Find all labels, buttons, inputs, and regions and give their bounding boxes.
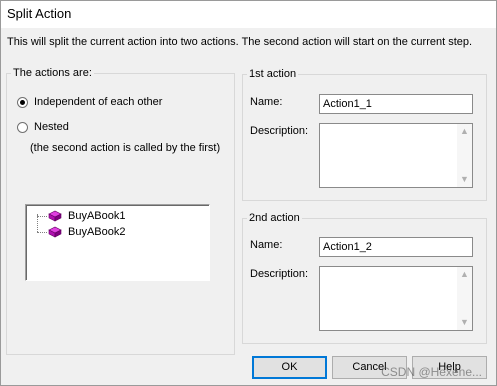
actions-group-legend: The actions are:	[13, 67, 92, 79]
first-action-name-input[interactable]: Action1_1	[319, 94, 473, 114]
tree-item-label: BuyABook1	[68, 210, 126, 222]
actions-tree[interactable]: BuyABook1 BuyABook2	[25, 204, 210, 281]
first-action-name-label: Name:	[250, 96, 283, 108]
action-cube-icon	[48, 226, 62, 238]
tree-item[interactable]: BuyABook1	[48, 210, 125, 222]
tree-connector-1	[37, 216, 47, 217]
radio-selected-dot	[20, 99, 25, 105]
split-action-dialog: Split Action This will split the current…	[0, 0, 497, 386]
second-action-legend: 2nd action	[249, 212, 300, 224]
action-cube-icon	[48, 210, 62, 222]
tree-connector-2	[37, 232, 47, 233]
first-action-description-scrollbar[interactable]: ▲ ▼	[457, 124, 472, 187]
radio-nested-button[interactable]	[17, 121, 28, 133]
first-action-description-input[interactable]: ▲ ▼	[319, 123, 473, 188]
second-action-name-label: Name:	[250, 239, 283, 251]
radio-nested-label: Nested	[34, 121, 69, 133]
first-action-legend: 1st action	[249, 68, 297, 80]
dialog-description: This will split the current action into …	[7, 36, 473, 48]
watermark: CSDN @Hexene...	[381, 365, 482, 379]
radio-independent-button[interactable]	[17, 96, 28, 108]
radio-independent-label: Independent of each other	[34, 96, 163, 108]
second-action-description-scrollbar[interactable]: ▲ ▼	[457, 267, 472, 330]
second-action-name-input[interactable]: Action1_2	[319, 237, 473, 257]
first-action-description-label: Description:	[250, 125, 309, 137]
nested-note: (the second action is called by the firs…	[30, 142, 221, 154]
scroll-down-icon[interactable]: ▼	[457, 315, 472, 330]
scroll-down-icon[interactable]: ▼	[457, 172, 472, 187]
tree-item[interactable]: BuyABook2	[48, 226, 125, 238]
ok-button[interactable]: OK	[252, 356, 327, 379]
radio-nested[interactable]: Nested	[17, 121, 69, 133]
dialog-title: Split Action	[7, 6, 72, 21]
second-action-description-input[interactable]: ▲ ▼	[319, 266, 473, 331]
radio-independent[interactable]: Independent of each other	[17, 96, 162, 108]
scroll-up-icon[interactable]: ▲	[457, 267, 472, 282]
tree-item-label: BuyABook2	[68, 226, 126, 238]
title-bar[interactable]: Split Action	[1, 1, 496, 28]
second-action-description-label: Description:	[250, 268, 309, 280]
scroll-up-icon[interactable]: ▲	[457, 124, 472, 139]
